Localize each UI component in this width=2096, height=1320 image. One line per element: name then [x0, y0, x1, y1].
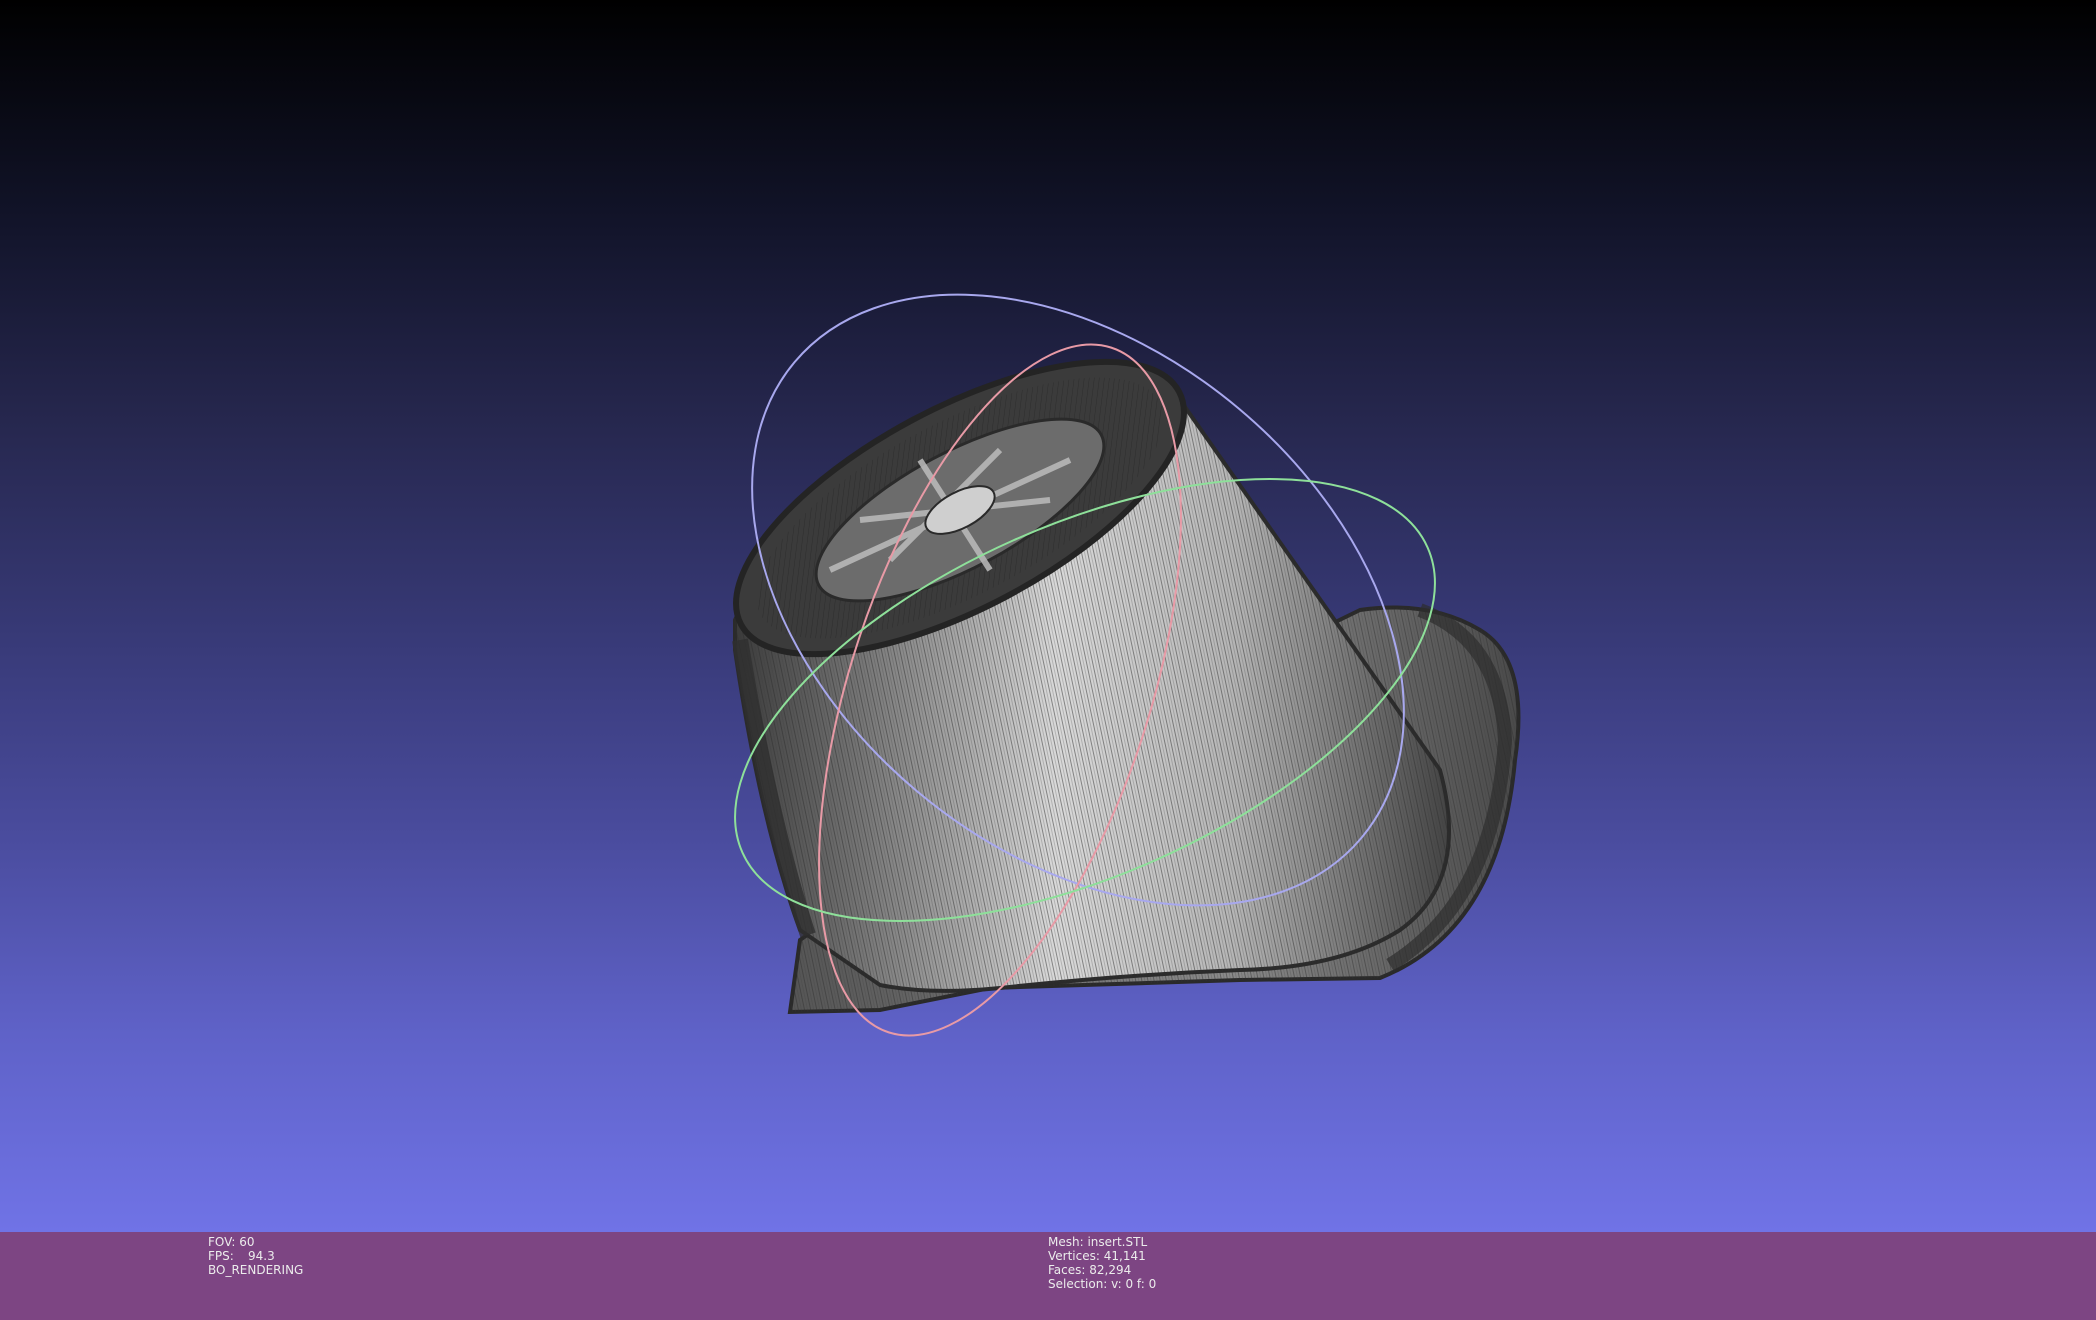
- fps-row: FPS: 94.3: [208, 1249, 303, 1263]
- vertices-row: Vertices: 41,141: [1048, 1249, 1156, 1263]
- selection-label: Selection:: [1048, 1277, 1108, 1291]
- fps-label: FPS:: [208, 1249, 234, 1263]
- mesh-name: insert.STL: [1087, 1235, 1148, 1249]
- vertices-label: Vertices:: [1048, 1249, 1100, 1263]
- fov-row: FOV: 60: [208, 1235, 303, 1249]
- mesh-label: Mesh:: [1048, 1235, 1084, 1249]
- mesh-scene[interactable]: [0, 0, 2096, 1232]
- mesh-row: Mesh: insert.STL: [1048, 1235, 1156, 1249]
- fov-value: 60: [239, 1235, 255, 1249]
- fov-label: FOV:: [208, 1235, 236, 1249]
- faces-value: 82,294: [1089, 1263, 1132, 1277]
- fps-value: 94.3: [248, 1249, 275, 1263]
- selection-value: v: 0 f: 0: [1111, 1277, 1157, 1291]
- faces-row: Faces: 82,294: [1048, 1263, 1156, 1277]
- mesh-info: Mesh: insert.STL Vertices: 41,141 Faces:…: [1048, 1235, 1156, 1291]
- status-bar: FOV: 60 FPS: 94.3 BO_RENDERING Mesh: inse…: [0, 1232, 2096, 1320]
- render-info: FOV: 60 FPS: 94.3 BO_RENDERING: [208, 1235, 303, 1277]
- 3d-viewport[interactable]: [0, 0, 2096, 1232]
- selection-row: Selection: v: 0 f: 0: [1048, 1277, 1156, 1291]
- render-mode: BO_RENDERING: [208, 1263, 304, 1277]
- vertices-value: 41,141: [1103, 1249, 1146, 1263]
- faces-label: Faces:: [1048, 1263, 1086, 1277]
